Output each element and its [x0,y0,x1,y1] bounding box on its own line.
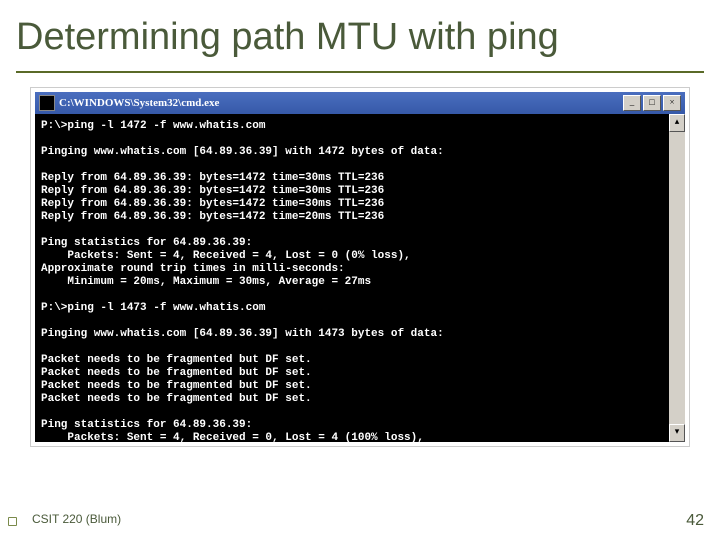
titlebar[interactable]: C:\WINDOWS\System32\cmd.exe _ □ × [35,92,685,114]
cmd-window: C:\WINDOWS\System32\cmd.exe _ □ × P:\>pi… [30,87,690,447]
footer: CSIT 220 (Blum) 42 [16,512,704,530]
title-rule [16,71,704,73]
maximize-button[interactable]: □ [643,95,661,111]
minimize-button[interactable]: _ [623,95,641,111]
cmd-icon [39,95,55,111]
scrollbar[interactable]: ▴ ▾ [669,114,685,442]
scroll-track[interactable] [669,132,685,424]
terminal-output[interactable]: P:\>ping -l 1472 -f www.whatis.com Pingi… [35,114,685,442]
window-title: C:\WINDOWS\System32\cmd.exe [59,97,621,109]
scroll-down-icon[interactable]: ▾ [669,424,685,442]
close-button[interactable]: × [663,95,681,111]
footer-left: CSIT 220 (Blum) [32,512,121,530]
slide-title: Determining path MTU with ping [0,0,720,59]
slide: Determining path MTU with ping C:\WINDOW… [0,0,720,540]
page-number: 42 [686,512,704,530]
scroll-up-icon[interactable]: ▴ [669,114,685,132]
